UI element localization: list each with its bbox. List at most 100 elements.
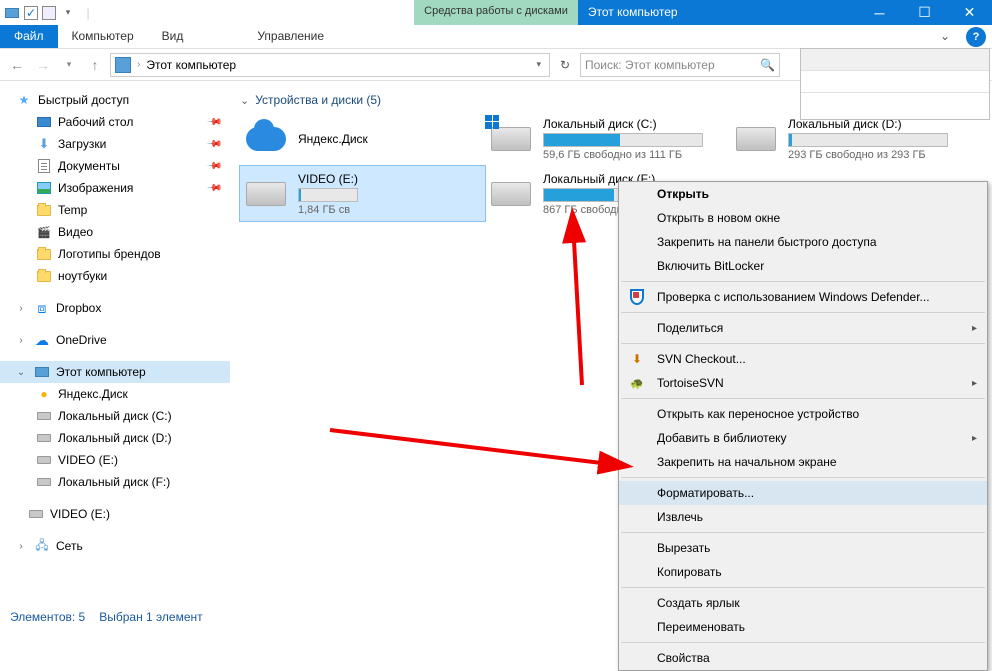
disk-icon bbox=[36, 408, 52, 424]
sidebar-disk-c[interactable]: Локальный диск (C:) bbox=[0, 405, 230, 427]
ctx-pin-start[interactable]: Закрепить на начальном экране bbox=[619, 450, 987, 474]
tortoise-icon bbox=[629, 375, 645, 391]
ctx-windows-defender[interactable]: Проверка с использованием Windows Defend… bbox=[619, 285, 987, 309]
drive-capacity-text: 59,6 ГБ свободно из 111 ГБ bbox=[543, 149, 726, 161]
drive-local-c[interactable]: Локальный диск (C:) 59,6 ГБ свободно из … bbox=[485, 111, 730, 166]
label: Копировать bbox=[657, 565, 722, 579]
chevron-icon[interactable]: › bbox=[16, 335, 26, 346]
ribbon-collapse-chevron[interactable]: ⌄ bbox=[930, 25, 960, 48]
chevron-down-icon[interactable]: ⌄ bbox=[16, 367, 26, 378]
sidebar-dropbox[interactable]: ›Dropbox bbox=[0, 297, 230, 319]
chevron-icon[interactable]: › bbox=[16, 303, 26, 314]
sidebar-network[interactable]: › Сеть bbox=[0, 535, 230, 557]
qat-checkbox-1[interactable]: ✓ bbox=[24, 6, 38, 20]
sidebar-video[interactable]: Видео bbox=[0, 221, 230, 243]
tab-file[interactable]: Файл bbox=[0, 25, 58, 48]
pin-icon: 📌 bbox=[205, 180, 222, 197]
qat-dropdown[interactable]: ▾ bbox=[60, 5, 76, 21]
label: Рабочий стол bbox=[58, 115, 133, 129]
ctx-add-library[interactable]: Добавить в библиотеку ▸ bbox=[619, 426, 987, 450]
tab-computer[interactable]: Компьютер bbox=[58, 25, 148, 48]
ctx-cut[interactable]: Вырезать bbox=[619, 536, 987, 560]
label: Быстрый доступ bbox=[38, 93, 129, 107]
ctx-open-portable[interactable]: Открыть как переносное устройство bbox=[619, 402, 987, 426]
label: Сеть bbox=[56, 539, 83, 553]
label: Добавить в библиотеку bbox=[657, 431, 787, 445]
ctx-open[interactable]: Открыть bbox=[619, 182, 987, 206]
minimize-button[interactable]: ─ bbox=[857, 0, 902, 25]
nav-up-button[interactable]: ↑ bbox=[84, 54, 106, 76]
sidebar-video-e-removable[interactable]: VIDEO (E:) bbox=[0, 503, 230, 525]
label: Извлечь bbox=[657, 510, 703, 524]
nav-forward-button[interactable]: → bbox=[32, 54, 54, 76]
folder-icon bbox=[36, 202, 52, 218]
nav-back-button[interactable]: ← bbox=[6, 54, 28, 76]
maximize-button[interactable]: ☐ bbox=[902, 0, 947, 25]
dropbox-icon bbox=[34, 300, 50, 316]
ctx-eject[interactable]: Извлечь bbox=[619, 505, 987, 529]
drive-capacity-text: 1,84 ГБ св bbox=[298, 204, 481, 216]
sidebar-video-e[interactable]: VIDEO (E:) bbox=[0, 449, 230, 471]
pc-icon bbox=[34, 364, 50, 380]
drive-capacity-text: 293 ГБ свободно из 293 ГБ bbox=[788, 149, 971, 161]
background-window-fragment bbox=[800, 48, 990, 120]
desktop-icon bbox=[36, 114, 52, 130]
label: Изображения bbox=[58, 181, 133, 195]
close-button[interactable]: ✕ bbox=[947, 0, 992, 25]
address-box[interactable]: › Этот компьютер ▾ bbox=[110, 53, 550, 77]
group-title: Устройства и диски (5) bbox=[255, 93, 381, 107]
disk-icon bbox=[28, 506, 44, 522]
sidebar-logos[interactable]: Логотипы брендов bbox=[0, 243, 230, 265]
disk-icon bbox=[489, 117, 533, 161]
ctx-properties[interactable]: Свойства bbox=[619, 646, 987, 670]
drive-name: VIDEO (E:) bbox=[298, 172, 481, 186]
ctx-open-new-window[interactable]: Открыть в новом окне bbox=[619, 206, 987, 230]
qat-checkbox-2[interactable] bbox=[42, 6, 56, 20]
sidebar-notebooks[interactable]: ноутбуки bbox=[0, 265, 230, 287]
ctx-tortoisesvn[interactable]: TortoiseSVN▸ bbox=[619, 371, 987, 395]
label: Локальный диск (D:) bbox=[58, 431, 172, 445]
ctx-format[interactable]: Форматировать... bbox=[619, 481, 987, 505]
sidebar-onedrive[interactable]: ›OneDrive bbox=[0, 329, 230, 351]
sidebar-disk-d[interactable]: Локальный диск (D:) bbox=[0, 427, 230, 449]
label: Локальный диск (C:) bbox=[58, 409, 172, 423]
svn-icon bbox=[629, 351, 645, 367]
disk-icon bbox=[36, 474, 52, 490]
help-button[interactable]: ? bbox=[966, 27, 986, 47]
context-tab-group-label: Средства работы с дисками bbox=[414, 0, 578, 25]
disk-icon bbox=[36, 430, 52, 446]
sidebar-disk-f[interactable]: Локальный диск (F:) bbox=[0, 471, 230, 493]
ctx-pin-quick-access[interactable]: Закрепить на панели быстрого доступа bbox=[619, 230, 987, 254]
drive-yandex-disk[interactable]: Яндекс.Диск bbox=[240, 111, 485, 166]
tab-view[interactable]: Вид bbox=[148, 25, 198, 48]
sidebar-pictures[interactable]: Изображения 📌 bbox=[0, 177, 230, 199]
ctx-copy[interactable]: Копировать bbox=[619, 560, 987, 584]
label: Видео bbox=[58, 225, 93, 239]
sidebar-yadisk[interactable]: ●Яндекс.Диск bbox=[0, 383, 230, 405]
refresh-button[interactable]: ↻ bbox=[554, 54, 576, 76]
drive-video-e[interactable]: VIDEO (E:) 1,84 ГБ св bbox=[240, 166, 485, 221]
nav-recent-dropdown[interactable]: ▾ bbox=[58, 54, 80, 76]
sidebar-this-pc[interactable]: ⌄Этот компьютер bbox=[0, 361, 230, 383]
label: Поделиться bbox=[657, 321, 723, 335]
status-bar: Элементов: 5 Выбран 1 элемент bbox=[0, 606, 992, 628]
sidebar-quick-access[interactable]: Быстрый доступ bbox=[0, 89, 230, 111]
search-input[interactable]: Поиск: Этот компьютер 🔍 bbox=[580, 53, 780, 77]
address-dropdown[interactable]: ▾ bbox=[532, 59, 545, 70]
capacity-bar bbox=[543, 133, 703, 147]
ribbon-tabs: Файл Компьютер Вид Управление ⌄ ? bbox=[0, 25, 992, 49]
ctx-bitlocker[interactable]: Включить BitLocker bbox=[619, 254, 987, 278]
ctx-svn-checkout[interactable]: SVN Checkout... bbox=[619, 347, 987, 371]
disk-icon bbox=[734, 117, 778, 161]
submenu-arrow-icon: ▸ bbox=[972, 433, 977, 444]
title-bar: ✓ ▾ | Средства работы с дисками Этот ком… bbox=[0, 0, 992, 25]
sidebar-desktop[interactable]: Рабочий стол📌 bbox=[0, 111, 230, 133]
qat-separator: | bbox=[80, 5, 96, 21]
chevron-icon[interactable]: › bbox=[16, 541, 26, 552]
ctx-share[interactable]: Поделиться▸ bbox=[619, 316, 987, 340]
tab-manage[interactable]: Управление bbox=[243, 25, 338, 48]
label: Открыть в новом окне bbox=[657, 211, 780, 225]
sidebar-documents[interactable]: Документы📌 bbox=[0, 155, 230, 177]
sidebar-temp[interactable]: Temp bbox=[0, 199, 230, 221]
sidebar-downloads[interactable]: Загрузки📌 bbox=[0, 133, 230, 155]
